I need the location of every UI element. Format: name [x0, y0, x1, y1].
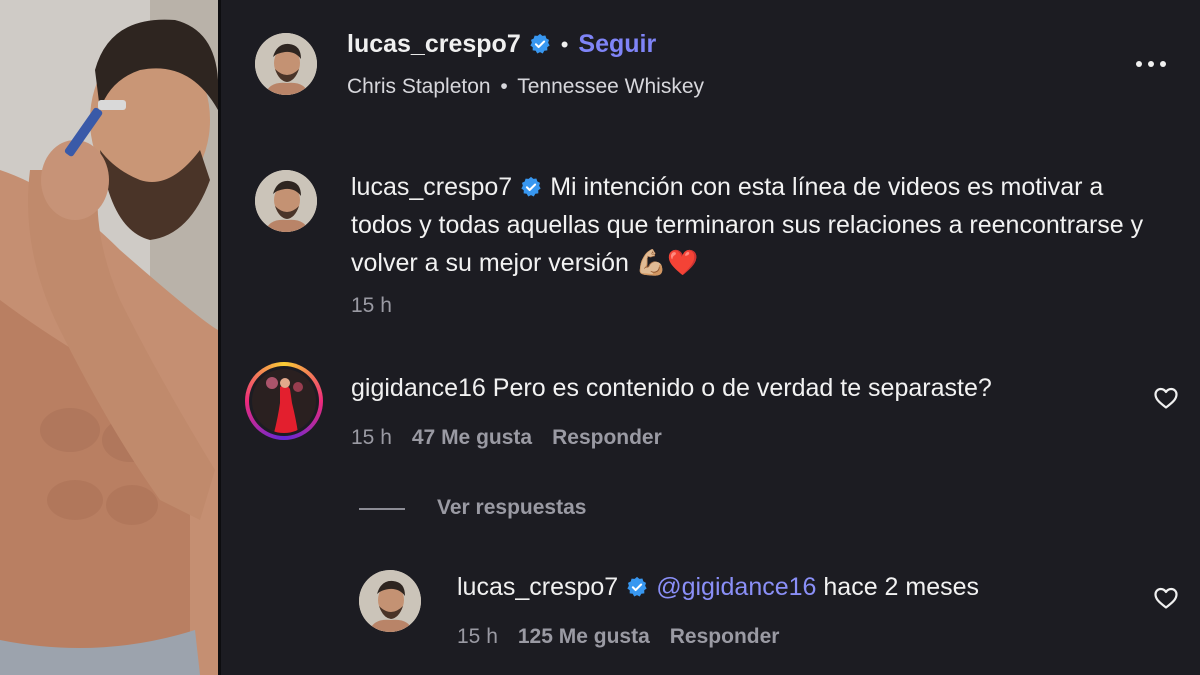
comment-text-block: gigidance16 Pero es contenido o de verda… — [351, 369, 992, 407]
reply-reply-button[interactable]: Responder — [670, 625, 780, 648]
verified-badge-icon — [521, 176, 541, 197]
audio-track[interactable]: Chris Stapleton • Tennessee Whiskey — [347, 75, 704, 99]
comment-body: Pero es contenido o de verdad te separas… — [492, 374, 992, 402]
comments-panel: lucas_crespo7 • Seguir Chris Stapleton • T… — [221, 0, 1200, 675]
comment-likes[interactable]: 47 Me gusta — [412, 426, 532, 449]
author-username[interactable]: lucas_crespo7 — [347, 30, 521, 58]
separator-dot: • — [560, 32, 569, 57]
reply-username[interactable]: lucas_crespo7 — [457, 573, 618, 601]
more-options-icon[interactable] — [1133, 52, 1169, 76]
verified-badge-icon — [530, 33, 550, 54]
like-heart-icon[interactable] — [1153, 386, 1179, 410]
reply-time: 15 h — [457, 625, 498, 648]
song-title: Tennessee Whiskey — [517, 75, 705, 98]
reply-avatar[interactable] — [359, 570, 421, 632]
reply-meta: 15 h 125 Me gusta Responder — [457, 625, 799, 649]
comment-reply-button[interactable]: Responder — [552, 426, 662, 449]
caption-avatar[interactable] — [255, 170, 317, 232]
video-thumbnail[interactable] — [0, 0, 218, 675]
post-author-row: lucas_crespo7 • Seguir — [347, 30, 656, 59]
caption-time: 15 h — [351, 294, 392, 317]
author-avatar[interactable] — [255, 33, 317, 95]
caption-text-block: lucas_crespo7 Mi intención con esta línea… — [351, 168, 1151, 282]
reply-text-block: lucas_crespo7 @gigidance16 hace 2 meses — [457, 568, 979, 606]
view-replies-button[interactable]: Ver respuestas — [437, 496, 586, 520]
comment-time: 15 h — [351, 426, 392, 449]
song-separator: • — [500, 75, 508, 98]
man-shaving-image — [0, 0, 218, 675]
caption-username[interactable]: lucas_crespo7 — [351, 173, 512, 201]
like-heart-icon[interactable] — [1153, 586, 1179, 610]
commenter-avatar-ring[interactable] — [245, 362, 323, 440]
reply-body: hace 2 meses — [823, 573, 980, 601]
song-artist: Chris Stapleton — [347, 75, 491, 98]
commenter-avatar — [252, 369, 316, 433]
replies-line — [359, 508, 405, 510]
verified-badge-icon — [627, 576, 647, 597]
comment-meta: 15 h 47 Me gusta Responder — [351, 426, 682, 450]
comment-username[interactable]: gigidance16 — [351, 374, 486, 402]
caption-emojis: 💪🏼❤️ — [635, 249, 699, 277]
reply-mention[interactable]: @gigidance16 — [656, 573, 816, 601]
caption-meta: 15 h — [351, 294, 412, 318]
follow-button[interactable]: Seguir — [578, 30, 656, 58]
reply-likes[interactable]: 125 Me gusta — [518, 625, 650, 648]
